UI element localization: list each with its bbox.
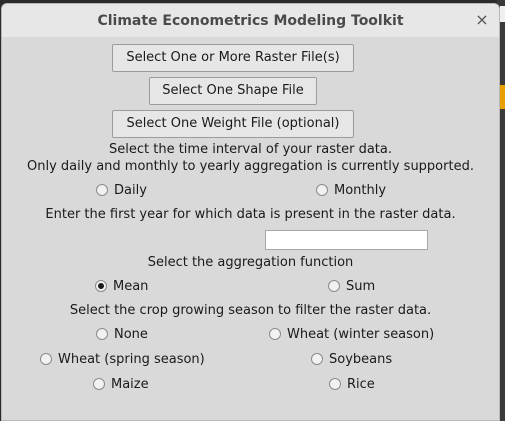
title-bar[interactable]: Climate Econometrics Modeling Toolkit × bbox=[2, 4, 499, 38]
radio-label: Wheat (winter season) bbox=[287, 327, 435, 342]
radio-label: Rice bbox=[347, 377, 375, 392]
radio-button-icon[interactable] bbox=[93, 377, 105, 390]
select-raster-files-button[interactable]: Select One or More Raster File(s) bbox=[112, 44, 354, 72]
radio-label: Sum bbox=[346, 279, 376, 294]
radio-label: Soybeans bbox=[329, 352, 393, 367]
close-icon[interactable]: × bbox=[473, 11, 491, 29]
time-interval-prompt: Select the time interval of your raster … bbox=[109, 142, 392, 157]
radio-button-icon[interactable] bbox=[329, 377, 341, 390]
radio-button-selected-icon[interactable] bbox=[95, 279, 107, 292]
radio-monthly[interactable]: Monthly bbox=[316, 183, 386, 201]
radio-button-icon[interactable] bbox=[328, 279, 340, 292]
select-shape-file-button[interactable]: Select One Shape File bbox=[149, 77, 317, 105]
window-title: Climate Econometrics Modeling Toolkit bbox=[97, 13, 404, 29]
radio-sum[interactable]: Sum bbox=[328, 279, 375, 297]
radio-maize[interactable]: Maize bbox=[93, 377, 149, 395]
radio-button-icon[interactable] bbox=[96, 327, 108, 340]
radio-button-icon[interactable] bbox=[316, 183, 328, 196]
radio-button-icon[interactable] bbox=[269, 327, 281, 340]
radio-mean[interactable]: Mean bbox=[95, 279, 148, 297]
radio-label: Mean bbox=[113, 279, 149, 294]
radio-label: Monthly bbox=[334, 183, 387, 198]
background-window-fragment bbox=[500, 6, 505, 22]
radio-none[interactable]: None bbox=[96, 327, 148, 345]
radio-label: None bbox=[114, 327, 148, 342]
radio-button-icon[interactable] bbox=[311, 352, 323, 365]
radio-wheat-spring[interactable]: Wheat (spring season) bbox=[40, 352, 205, 370]
crop-season-prompt: Select the crop growing season to filter… bbox=[69, 303, 432, 318]
first-year-input[interactable] bbox=[265, 230, 428, 250]
radio-label: Wheat (spring season) bbox=[58, 352, 205, 367]
radio-button-icon[interactable] bbox=[96, 183, 108, 196]
radio-wheat-winter[interactable]: Wheat (winter season) bbox=[269, 327, 434, 345]
radio-label: Daily bbox=[114, 183, 147, 198]
radio-label: Maize bbox=[111, 377, 149, 392]
first-year-prompt: Enter the first year for which data is p… bbox=[45, 207, 456, 222]
radio-rice[interactable]: Rice bbox=[329, 377, 375, 395]
time-interval-note: Only daily and monthly to yearly aggrega… bbox=[27, 159, 474, 174]
dialog-content: Select One or More Raster File(s) Select… bbox=[2, 37, 499, 420]
radio-daily[interactable]: Daily bbox=[96, 183, 147, 201]
aggregation-prompt: Select the aggregation function bbox=[147, 255, 354, 270]
background-window-fragment-accent bbox=[500, 85, 505, 109]
radio-soybeans[interactable]: Soybeans bbox=[311, 352, 392, 370]
select-weight-file-button[interactable]: Select One Weight File (optional) bbox=[112, 110, 354, 138]
radio-button-icon[interactable] bbox=[40, 352, 52, 365]
dialog-window: Climate Econometrics Modeling Toolkit × … bbox=[1, 3, 500, 421]
